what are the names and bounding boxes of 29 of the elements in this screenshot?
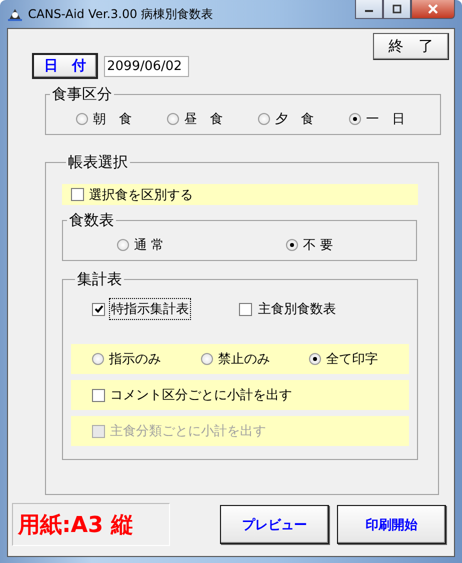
action-button[interactable]: プレビュー (220, 505, 329, 544)
checkbox-label[interactable]: 特指示集計表 (109, 298, 191, 320)
group-legend: 集計表 (75, 270, 124, 289)
group-legend: 帳表選択 (66, 153, 130, 172)
checkbox-option[interactable]: 選択食を区別する (71, 186, 193, 204)
exit-button[interactable]: 終 了 (373, 33, 449, 60)
minimize-button[interactable] (355, 0, 383, 19)
group-legend: 食事区分 (50, 85, 114, 104)
radio-option[interactable]: 朝 食 (76, 110, 167, 128)
close-icon (427, 4, 439, 14)
radio-option[interactable]: 不 要 (286, 236, 386, 254)
checkbox-option[interactable]: コメント区分ごとに小計を出す (92, 386, 292, 404)
group-legend: 食数表 (67, 211, 116, 230)
close-button[interactable] (411, 0, 455, 19)
date-field[interactable]: 2099/06/02 (104, 56, 189, 76)
window-title: CANS-Aid Ver.3.00 病棟別食数表 (28, 6, 214, 22)
radio-option[interactable]: 昼 食 (167, 110, 258, 128)
radio-option[interactable]: 夕 食 (258, 110, 349, 128)
maximize-button[interactable] (383, 0, 411, 19)
radio-option[interactable]: 禁止のみ (201, 350, 309, 368)
maximize-icon (392, 4, 402, 14)
action-button[interactable]: 印刷開始 (337, 505, 446, 544)
paper-size-label: 用紙:A3 縦 (12, 503, 170, 546)
date-button[interactable]: 日 付 (32, 53, 98, 79)
checkbox-label[interactable]: 主食別食数表 (256, 298, 338, 320)
radio-option[interactable]: 指示のみ (92, 350, 201, 368)
radio-option[interactable]: 一 日 (349, 110, 440, 128)
radio-option[interactable]: 通 常 (117, 236, 286, 254)
radio-option[interactable]: 全て印字 (309, 350, 409, 368)
